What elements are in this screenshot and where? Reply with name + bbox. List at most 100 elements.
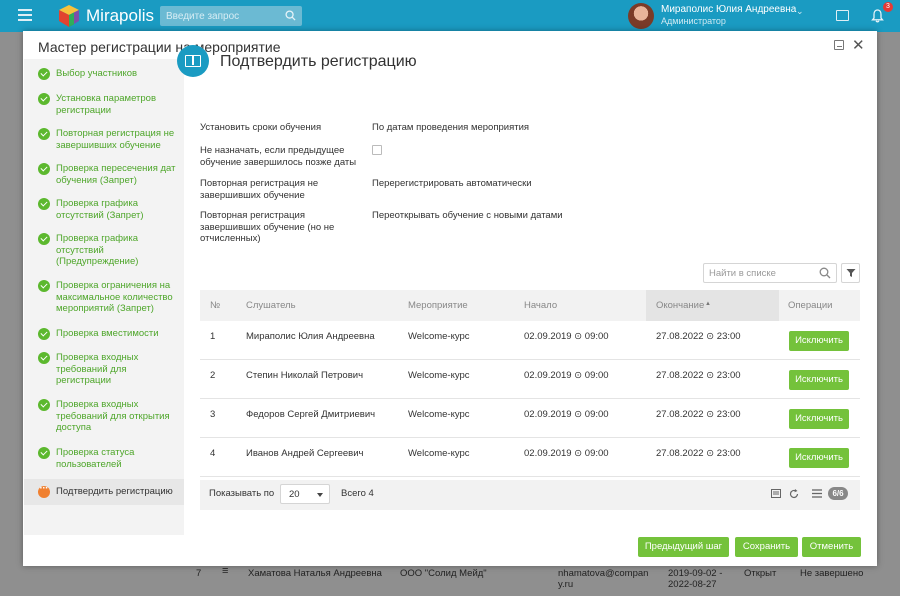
app-header: Mirapolis Введите запрос Мираполис Юлия … <box>0 0 900 32</box>
row-listener: Мираполис Юлия Андреевна <box>246 331 375 342</box>
exclude-button[interactable]: Исключить <box>789 370 849 390</box>
bg-row-email-line2: y.ru <box>558 579 574 590</box>
field-label-re-registration: Повторная регистрация не завершивших обу… <box>200 178 319 201</box>
step-label: Проверка входных требований для открытия… <box>56 399 170 433</box>
page-size-value: 20 <box>289 489 300 500</box>
check-circle-icon <box>38 163 50 175</box>
table-row: 4 Иванов Андрей Сергеевич Welcome-курс 0… <box>200 438 860 477</box>
list-search-input[interactable]: Найти в списке <box>703 263 837 283</box>
refresh-icon[interactable] <box>789 489 799 499</box>
user-role: Администратор <box>661 16 726 26</box>
minimize-icon[interactable] <box>834 40 844 50</box>
filter-button[interactable] <box>841 263 860 283</box>
row-num: 1 <box>210 331 216 342</box>
step-label: Подтвердить регистрацию <box>56 486 173 497</box>
field-value-terms: По датам проведения мероприятия <box>372 122 530 133</box>
field-label-completed-re-registration: Повторная регистрация завершивших обучен… <box>200 210 335 244</box>
total-count: Всего 4 <box>341 488 374 499</box>
previous-step-button[interactable]: Предыдущий шаг <box>638 537 729 557</box>
table-row: 3 Федоров Сергей Дмитриевич Welcome-курс… <box>200 399 860 438</box>
step-label: Проверка входных требований для регистра… <box>56 352 139 386</box>
step-label: Проверка пересечения дат обучения (Запре… <box>56 163 176 186</box>
export-icon[interactable] <box>771 489 781 498</box>
check-circle-icon <box>38 328 50 340</box>
step-label: Повторная регистрация не завершивших обу… <box>56 128 175 151</box>
col-listener[interactable]: Слушатель <box>246 300 296 311</box>
row-event: Welcome-курс <box>408 448 470 459</box>
bg-row-company: ООО "Солид Мейд" <box>400 568 487 579</box>
exclude-button[interactable]: Исключить <box>789 448 849 468</box>
check-circle-icon <box>38 352 50 364</box>
search-icon[interactable] <box>819 267 831 279</box>
columns-count-badge[interactable]: 6/6 <box>828 487 848 500</box>
page-size-select[interactable]: 20 <box>280 484 330 504</box>
row-start: 02.09.2019 ⊙ 09:00 <box>524 448 609 459</box>
col-start[interactable]: Начало <box>524 300 557 311</box>
bg-row-dates: 2019-09-02 -2022-08-27 <box>668 568 722 590</box>
row-start: 02.09.2019 ⊙ 09:00 <box>524 409 609 420</box>
user-avatar[interactable] <box>628 3 654 29</box>
chevron-down-icon[interactable]: ⌄ <box>796 6 804 17</box>
table-row: 1 Мираполис Юлия Андреевна Welcome-курс … <box>200 321 860 360</box>
table-footer: Показывать по 20 Всего 4 6/6 <box>200 480 860 510</box>
col-end[interactable]: Окончание <box>656 300 704 311</box>
bg-row-index: 7 <box>196 568 202 579</box>
field-value-re-registration: Перерегистрировать автоматически <box>372 178 532 189</box>
menu-icon[interactable] <box>18 9 32 21</box>
check-circle-icon <box>38 93 50 105</box>
logo-icon <box>59 5 79 27</box>
row-end: 27.08.2022 ⊙ 23:00 <box>656 409 741 420</box>
bg-row-email-line1: nhamatova@compan <box>558 568 649 579</box>
page-title: Подтвердить регистрацию <box>220 53 417 70</box>
row-event: Welcome-курс <box>408 331 470 342</box>
row-event: Welcome-курс <box>408 409 470 420</box>
row-event: Welcome-курс <box>408 370 470 381</box>
check-circle-icon <box>38 280 50 292</box>
row-start: 02.09.2019 ⊙ 09:00 <box>524 370 609 381</box>
columns-icon[interactable] <box>812 489 822 498</box>
table-header: № Слушатель Мероприятие Начало Окончание… <box>200 290 860 321</box>
app-logo-text: Mirapolis <box>86 6 155 25</box>
exclude-button[interactable]: Исключить <box>789 409 849 429</box>
book-icon <box>177 45 209 77</box>
row-listener: Иванов Андрей Сергеевич <box>246 448 364 459</box>
caret-down-icon <box>317 493 323 497</box>
step-confirm-registration[interactable]: Подтвердить регистрацию <box>24 479 184 505</box>
step-label: Проверка вместимости <box>56 328 159 339</box>
search-icon[interactable] <box>285 10 296 21</box>
col-event[interactable]: Мероприятие <box>408 300 468 311</box>
bg-row-name: Хаматова Наталья Андреевна <box>248 568 382 579</box>
bg-row-dates-line2: 2022-08-27 <box>668 579 717 590</box>
field-label-terms: Установить сроки обучения <box>200 122 322 133</box>
col-operations: Операции <box>788 300 833 311</box>
bg-row-status: Открыт <box>744 568 777 579</box>
global-search-placeholder: Введите запрос <box>166 11 240 22</box>
row-start: 02.09.2019 ⊙ 09:00 <box>524 331 609 342</box>
check-circle-icon <box>38 233 50 245</box>
row-end: 27.08.2022 ⊙ 23:00 <box>656 370 741 381</box>
global-search-input[interactable]: Введите запрос <box>160 6 302 26</box>
bell-icon[interactable] <box>871 9 884 23</box>
check-circle-icon <box>38 128 50 140</box>
wizard-steps: Выбор участников Установка параметров ре… <box>24 59 184 535</box>
bg-row-completion: Не завершено <box>800 568 864 579</box>
row-listener: Степин Николай Петрович <box>246 370 364 381</box>
sort-asc-icon[interactable]: ▲ <box>705 301 711 307</box>
row-num: 4 <box>210 448 216 459</box>
close-icon[interactable]: ✕ <box>852 36 865 54</box>
save-button[interactable]: Сохранить <box>735 537 798 557</box>
step-label: Проверка ограничения на максимальное кол… <box>56 280 173 314</box>
exclude-button[interactable]: Исключить <box>789 331 849 351</box>
col-num[interactable]: № <box>210 300 220 311</box>
table-row: 2 Степин Николай Петрович Welcome-курс 0… <box>200 360 860 399</box>
cancel-button[interactable]: Отменить <box>802 537 861 557</box>
notifications-badge: 3 <box>883 2 893 12</box>
step-label: Установка параметров регистрации <box>56 93 157 116</box>
skip-if-later-checkbox[interactable] <box>372 145 382 155</box>
check-circle-icon <box>38 68 50 80</box>
field-value-completed-re-registration: Переоткрывать обучение с новыми датами <box>372 210 563 221</box>
bg-row-email: nhamatova@compan y.ru <box>558 568 648 590</box>
messages-icon[interactable] <box>836 10 849 21</box>
user-name[interactable]: Мираполис Юлия Андреевна <box>661 4 796 15</box>
drag-handle-icon: ≡ <box>222 565 229 577</box>
